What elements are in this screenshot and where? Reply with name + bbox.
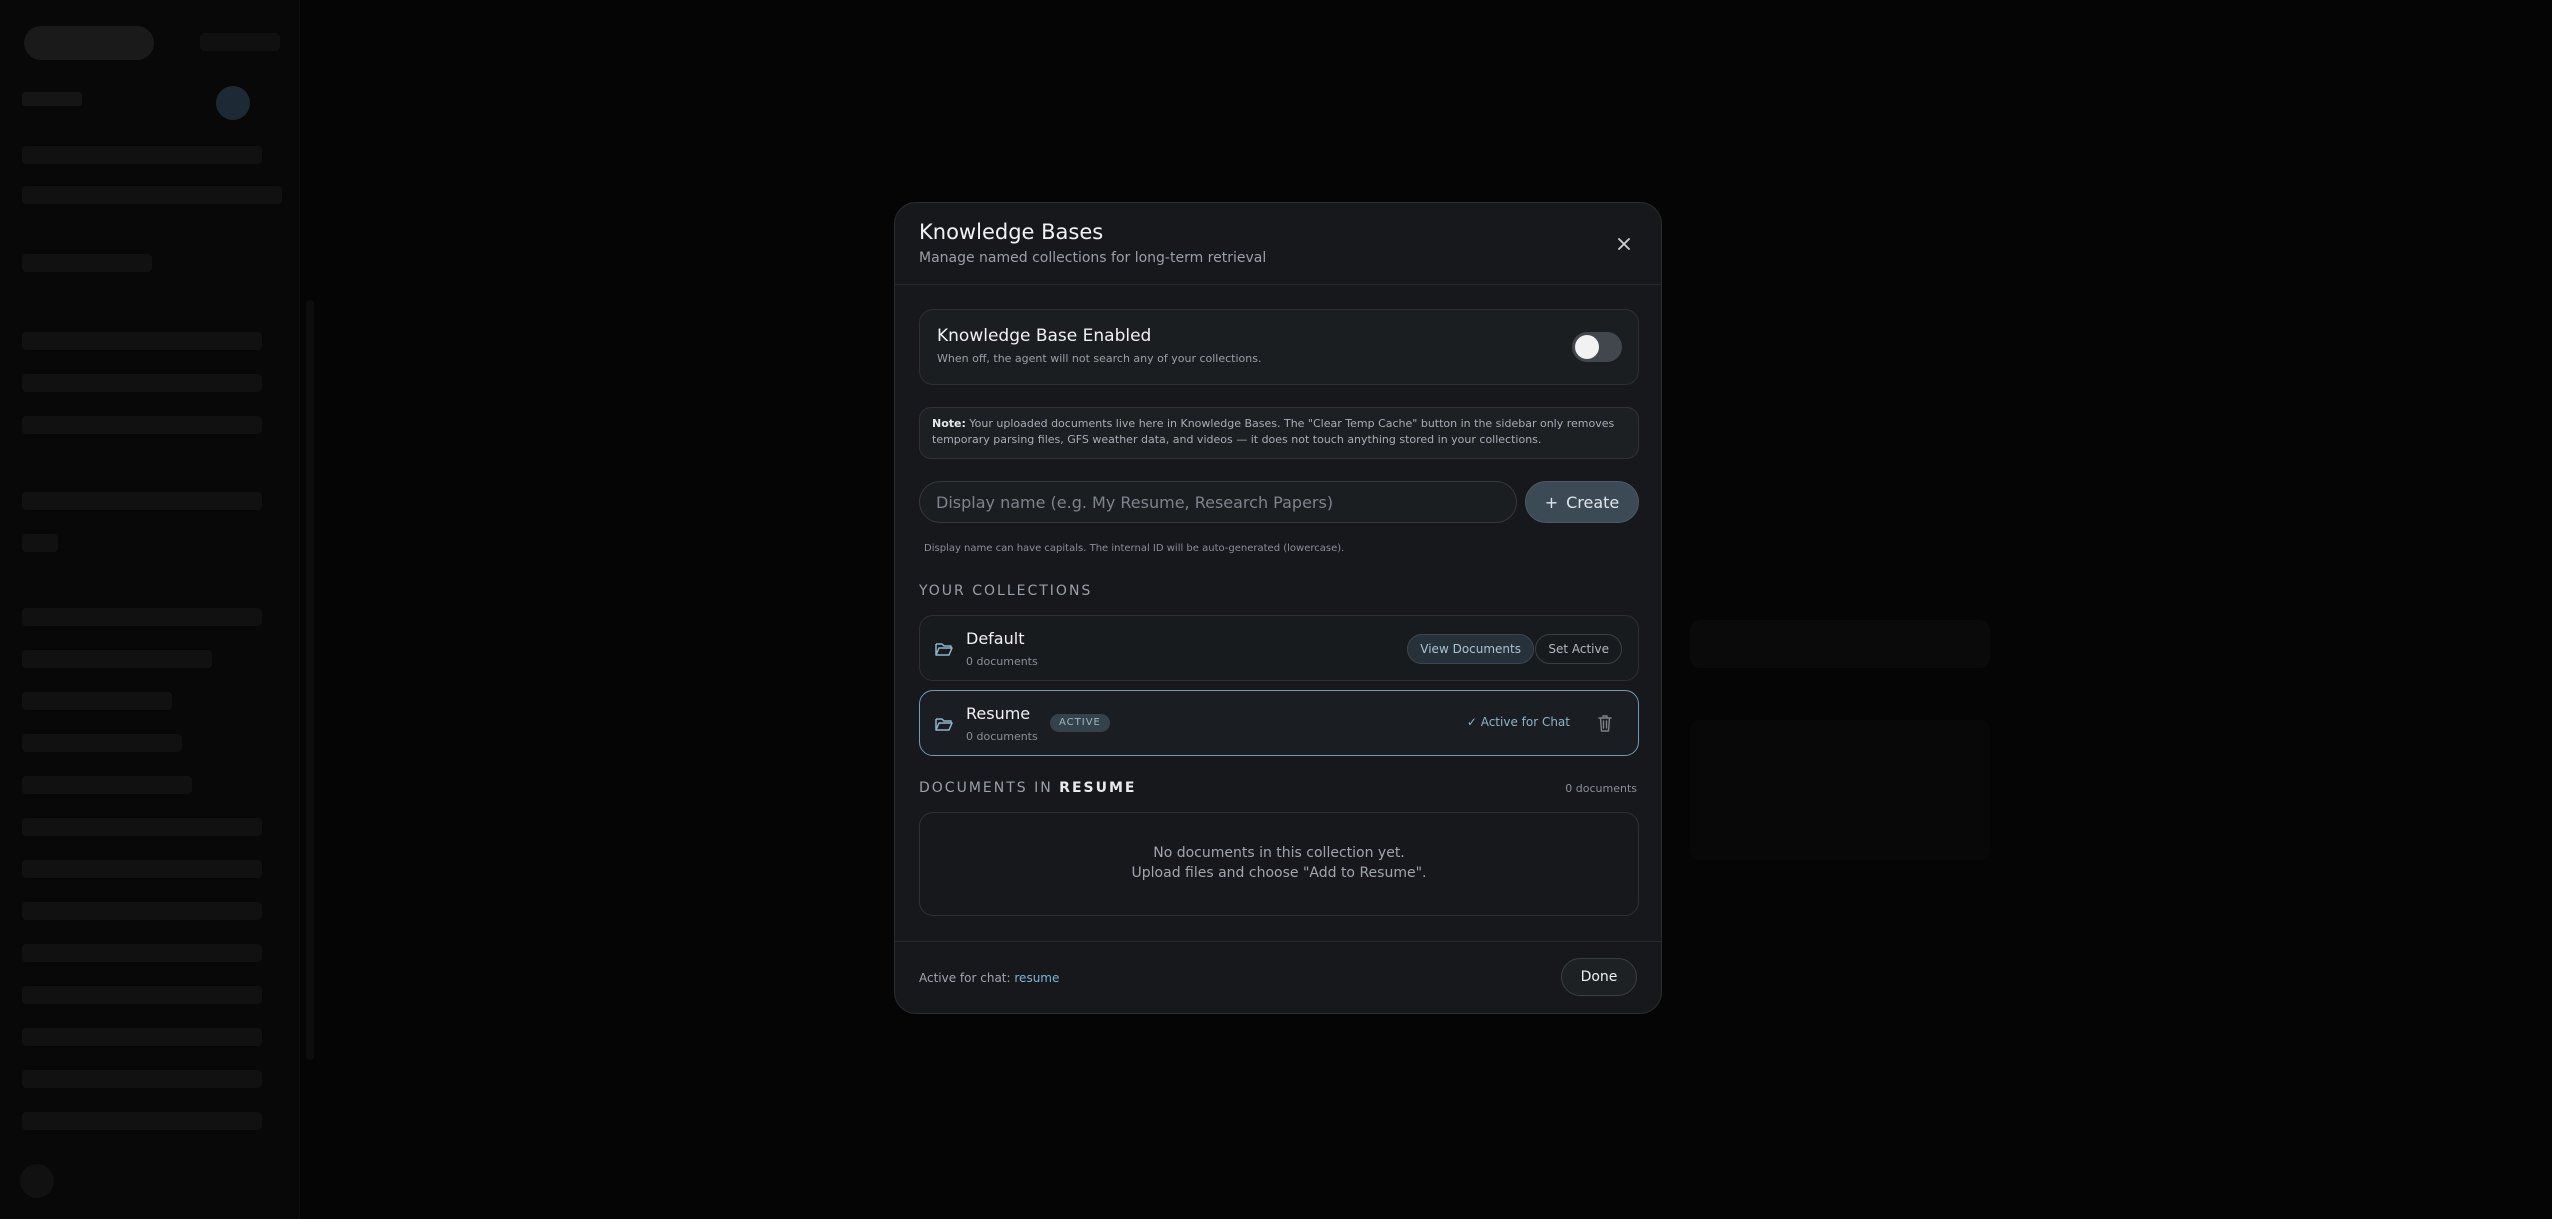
display-name-hint: Display name can have capitals. The inte…	[924, 543, 1345, 554]
sidebar-item[interactable]	[22, 416, 262, 434]
knowledge-base-toggle-card: Knowledge Base Enabled When off, the age…	[919, 309, 1639, 385]
footer-active-label: Active for chat:	[919, 971, 1011, 985]
check-icon: ✓	[1466, 715, 1481, 729]
sidebar-section-label	[22, 92, 82, 106]
background-input	[1690, 620, 1990, 668]
sidebar-item[interactable]	[22, 186, 282, 204]
note-text: Your uploaded documents live here in Kno…	[932, 417, 1615, 446]
active-for-chat-footer: Active for chat: resume	[919, 971, 1059, 985]
knowledge-bases-dialog: Knowledge Bases Manage named collections…	[894, 202, 1662, 1014]
collection-resume[interactable]: Resume 0 documents ACTIVE ✓ Active for C…	[919, 690, 1639, 756]
collection-name: Default	[966, 629, 1025, 648]
sidebar-item[interactable]	[22, 1028, 262, 1046]
sidebar-item[interactable]	[22, 944, 262, 962]
collection-count: 0 documents	[966, 730, 1038, 743]
sidebar-item[interactable]	[22, 1112, 262, 1130]
sidebar-item[interactable]	[22, 734, 182, 752]
sidebar-item[interactable]	[22, 776, 192, 794]
plus-icon: +	[1544, 492, 1559, 512]
note-label: Note:	[932, 417, 966, 430]
sidebar-item[interactable]	[22, 492, 262, 510]
sidebar-item[interactable]	[22, 254, 152, 272]
sidebar-item[interactable]	[22, 1070, 262, 1088]
background-card	[1690, 720, 1990, 860]
documents-empty-state: No documents in this collection yet. Upl…	[919, 812, 1639, 916]
sidebar-settings-button[interactable]	[20, 1164, 54, 1198]
close-button[interactable]	[1613, 233, 1635, 255]
dialog-footer: Active for chat: resume Done	[895, 941, 1661, 1013]
sidebar-item[interactable]	[22, 650, 212, 668]
collections-heading: YOUR COLLECTIONS	[919, 583, 1093, 599]
folder-icon	[935, 718, 953, 731]
documents-heading-collection: RESUME	[1059, 780, 1137, 796]
sidebar-scrollbar[interactable]	[306, 300, 314, 1060]
active-badge: ACTIVE	[1050, 714, 1110, 732]
switch-knob	[1575, 335, 1599, 359]
sidebar	[0, 0, 300, 1219]
collection-default[interactable]: Default 0 documents View Documents Set A…	[919, 615, 1639, 681]
toggle-title: Knowledge Base Enabled	[937, 326, 1152, 346]
active-for-chat-label: Active for Chat	[1480, 715, 1570, 729]
documents-heading: DOCUMENTS IN RESUME	[919, 780, 1136, 796]
collection-name: Resume	[966, 704, 1031, 723]
empty-instructions: Upload files and choose "Add to Resume".	[1131, 865, 1427, 881]
sidebar-top-link[interactable]	[200, 33, 280, 51]
create-button[interactable]: + Create	[1525, 481, 1639, 523]
toggle-description: When off, the agent will not search any …	[937, 352, 1262, 365]
sidebar-new-chat-button[interactable]	[24, 26, 154, 60]
done-button[interactable]: Done	[1561, 958, 1637, 996]
documents-count: 0 documents	[1565, 782, 1637, 795]
trash-icon[interactable]	[1596, 713, 1614, 733]
note-box: Note: Your uploaded documents live here …	[919, 407, 1639, 459]
folder-icon	[935, 643, 953, 656]
dialog-header: Knowledge Bases Manage named collections…	[895, 203, 1661, 285]
sidebar-item[interactable]	[22, 818, 262, 836]
close-icon	[1618, 238, 1630, 250]
sidebar-item[interactable]	[22, 332, 262, 350]
sidebar-item[interactable]	[22, 374, 262, 392]
sidebar-item[interactable]	[22, 986, 262, 1004]
dialog-subtitle: Manage named collections for long-term r…	[919, 250, 1267, 266]
sidebar-item[interactable]	[22, 902, 262, 920]
footer-active-value: resume	[1014, 971, 1060, 985]
sidebar-item[interactable]	[22, 534, 58, 552]
sidebar-item[interactable]	[22, 860, 262, 878]
set-active-button[interactable]: Set Active	[1535, 634, 1622, 664]
sidebar-item[interactable]	[22, 692, 172, 710]
active-for-chat-status: ✓ Active for Chat	[1467, 715, 1570, 729]
documents-heading-prefix: DOCUMENTS IN	[919, 780, 1053, 796]
dialog-title: Knowledge Bases	[919, 220, 1104, 244]
sidebar-item[interactable]	[22, 146, 262, 164]
create-button-label: Create	[1566, 492, 1620, 512]
collection-count: 0 documents	[966, 655, 1038, 668]
view-documents-button[interactable]: View Documents	[1407, 634, 1534, 664]
display-name-input[interactable]	[919, 481, 1517, 523]
empty-message: No documents in this collection yet.	[1153, 845, 1405, 861]
knowledge-base-switch[interactable]	[1572, 332, 1622, 362]
sidebar-item[interactable]	[22, 608, 262, 626]
avatar[interactable]	[216, 86, 250, 120]
